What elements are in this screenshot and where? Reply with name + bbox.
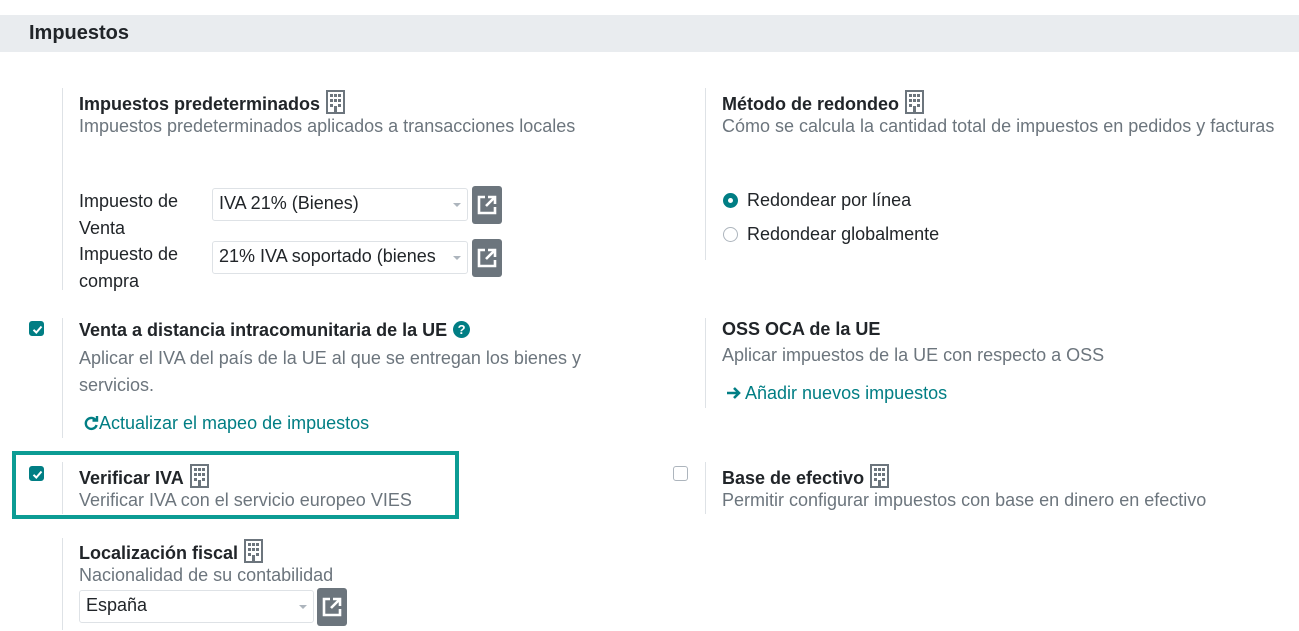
cash-basis-title: Base de efectivo xyxy=(722,468,865,488)
rounding-setting: Método de redondeo xyxy=(722,90,924,115)
separator xyxy=(705,318,706,408)
vat-check-checkbox[interactable] xyxy=(29,466,44,481)
separator xyxy=(62,318,63,438)
default-taxes-setting: Impuestos predeterminados xyxy=(79,90,345,115)
chevron-down-icon xyxy=(453,256,461,260)
vat-check-title: Verificar IVA xyxy=(79,468,184,488)
sale-tax-value: IVA 21% (Bienes) xyxy=(219,193,359,213)
purchase-tax-select[interactable]: 21% IVA soportado (bienes xyxy=(212,241,468,274)
rounding-per-line-label[interactable]: Redondear por línea xyxy=(747,187,911,214)
update-tax-mapping-link[interactable]: Actualizar el mapeo de impuestos xyxy=(83,413,369,434)
vat-check-setting: Verificar IVA xyxy=(79,464,209,489)
external-link-icon xyxy=(321,596,343,618)
eu-distance-sales-title: Venta a distancia intracomunitaria de la… xyxy=(79,320,448,340)
building-icon xyxy=(244,539,263,563)
rounding-global-radio[interactable] xyxy=(723,227,738,242)
sale-tax-select[interactable]: IVA 21% (Bienes) xyxy=(212,188,468,221)
rounding-title: Método de redondeo xyxy=(722,94,899,114)
external-link-icon xyxy=(476,247,498,269)
checkmark-icon xyxy=(31,323,44,336)
question-circle-icon[interactable]: ? xyxy=(453,321,471,338)
eu-distance-sales-checkbox[interactable] xyxy=(29,321,44,336)
separator xyxy=(705,88,706,260)
section-title: Impuestos xyxy=(29,22,130,44)
oss-description: Aplicar impuestos de la UE con respecto … xyxy=(722,345,1105,365)
arrow-right-icon xyxy=(727,387,741,399)
chevron-down-icon xyxy=(299,605,307,609)
default-taxes-title: Impuestos predeterminados xyxy=(79,94,321,114)
fiscal-localization-external-button[interactable] xyxy=(317,588,347,626)
fiscal-localization-value: España xyxy=(86,595,148,615)
separator xyxy=(705,462,706,514)
building-icon xyxy=(905,90,924,114)
cash-basis-checkbox[interactable] xyxy=(673,466,688,481)
cash-basis-setting: Base de efectivo xyxy=(722,464,889,489)
separator xyxy=(62,538,63,630)
building-icon xyxy=(190,464,209,488)
purchase-tax-external-button[interactable] xyxy=(472,239,502,277)
purchase-tax-label: Impuesto de compra xyxy=(79,244,179,291)
rounding-per-line-radio[interactable] xyxy=(723,193,738,208)
sale-tax-external-button[interactable] xyxy=(472,186,502,224)
section-header: Impuestos xyxy=(0,15,1299,52)
separator xyxy=(62,88,63,290)
rounding-description: Cómo se calcula la cantidad total de imp… xyxy=(722,116,1275,136)
external-link-icon xyxy=(476,194,498,216)
update-tax-mapping-label: Actualizar el mapeo de impuestos xyxy=(99,413,370,433)
default-taxes-description: Impuestos predeterminados aplicados a tr… xyxy=(79,116,576,136)
sale-tax-label: Impuesto de Venta xyxy=(79,191,179,238)
oss-title: OSS OCA de la UE xyxy=(722,319,881,339)
fiscal-localization-description: Nacionalidad de su contabilidad xyxy=(79,565,334,585)
add-new-taxes-label: Añadir nuevos impuestos xyxy=(745,383,948,403)
eu-distance-sales-description: Aplicar el IVA del país de la UE al que … xyxy=(79,348,581,395)
purchase-tax-value: 21% IVA soportado (bienes xyxy=(219,246,436,266)
cash-basis-description: Permitir configurar impuestos con base e… xyxy=(722,490,1207,510)
checkmark-icon xyxy=(31,468,44,481)
chevron-down-icon xyxy=(453,203,461,207)
fiscal-localization-setting: Localización fiscal xyxy=(79,539,263,564)
vat-check-description: Verificar IVA con el servicio europeo VI… xyxy=(79,490,412,510)
eu-distance-sales-setting: Venta a distancia intracomunitaria de la… xyxy=(79,320,471,341)
add-new-taxes-link[interactable]: Añadir nuevos impuestos xyxy=(726,383,947,404)
refresh-icon xyxy=(84,416,99,431)
fiscal-localization-select[interactable]: España xyxy=(79,590,314,623)
rounding-global-label[interactable]: Redondear globalmente xyxy=(747,221,939,248)
building-icon xyxy=(326,90,345,114)
building-icon xyxy=(870,464,889,488)
fiscal-localization-title: Localización fiscal xyxy=(79,543,239,563)
